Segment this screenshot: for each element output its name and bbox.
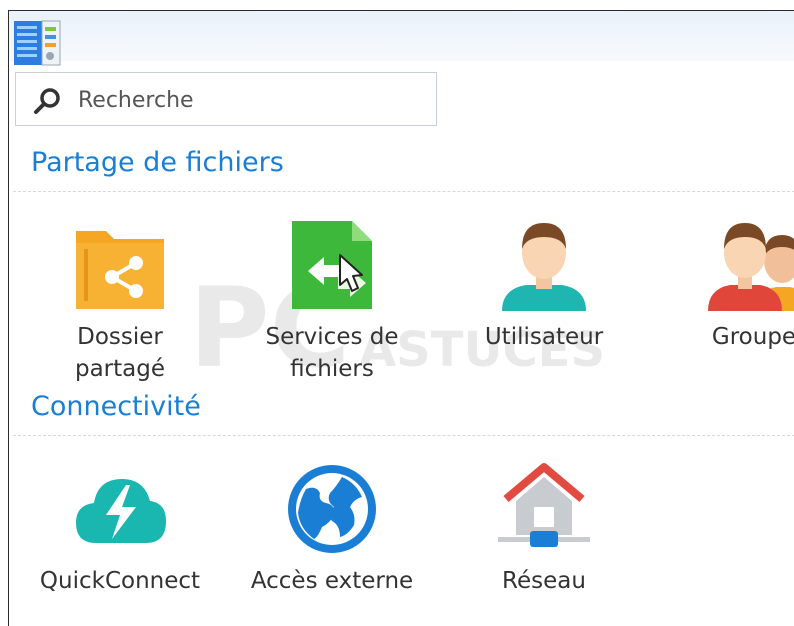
section-divider	[13, 435, 794, 436]
tile-label: Services de fichiers	[265, 324, 399, 382]
tile-label: Réseau	[502, 568, 586, 594]
group-icon	[708, 223, 794, 311]
file-services-icon	[292, 221, 372, 309]
external-access-icon	[288, 465, 376, 553]
section-title-file-sharing: Partage de fichiers	[31, 147, 284, 178]
tile-group[interactable]: Groupe	[649, 219, 794, 353]
tile-label: QuickConnect	[39, 568, 201, 594]
tile-label: Utilisateur	[484, 324, 604, 350]
title-bar	[9, 11, 794, 66]
control-panel-app-icon[interactable]	[12, 19, 62, 67]
section-divider	[13, 191, 794, 192]
tile-network[interactable]: Réseau	[439, 463, 649, 597]
search-icon	[34, 88, 60, 114]
tile-label: Groupe	[711, 324, 794, 350]
quickconnect-icon	[76, 479, 166, 543]
shared-folder-icon	[76, 231, 164, 309]
tile-shared-folder[interactable]: Dossier partagé	[15, 219, 225, 385]
search-input[interactable]	[76, 81, 430, 119]
tile-quickconnect[interactable]: QuickConnect	[15, 463, 225, 597]
tile-label: Dossier partagé	[74, 324, 165, 382]
network-icon	[498, 463, 590, 547]
tile-user[interactable]: Utilisateur	[439, 219, 649, 353]
section-title-connectivity: Connectivité	[31, 391, 201, 422]
tile-external-access[interactable]: Accès externe	[227, 463, 437, 597]
tile-label: Accès externe	[250, 568, 414, 594]
tile-file-services[interactable]: Services de fichiers	[227, 219, 437, 385]
control-panel-window: Partage de fichiers PC ASTUCES Dossier p…	[8, 10, 794, 626]
user-icon	[502, 223, 586, 311]
search-box[interactable]	[15, 72, 437, 126]
